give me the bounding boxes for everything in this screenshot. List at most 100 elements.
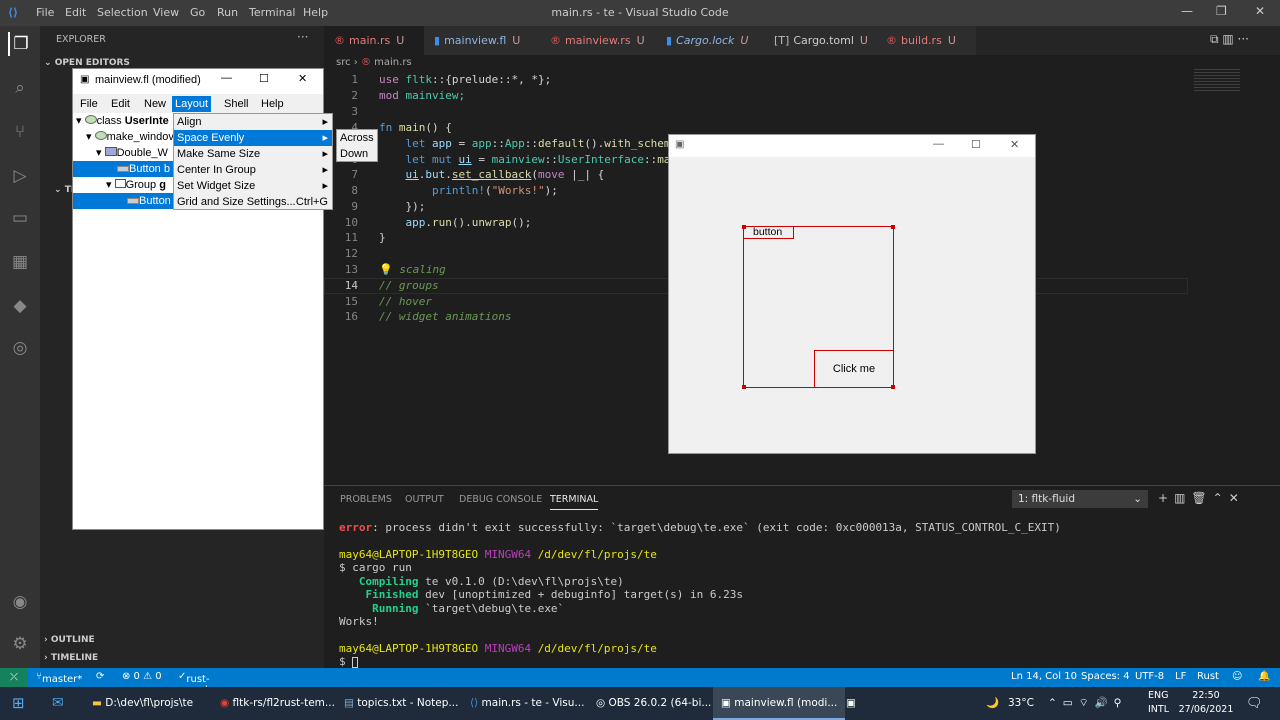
breadcrumb-folder[interactable]: src: [336, 57, 351, 68]
docker-icon[interactable]: ◆: [8, 294, 32, 318]
account-icon[interactable]: ◉: [8, 590, 32, 614]
taskbar-obs[interactable]: ◎ OBS 26.0.2 (64-bi...: [596, 687, 711, 720]
tab-status: U: [396, 34, 405, 47]
tab-problems[interactable]: PROBLEMS: [340, 494, 392, 505]
source-control-icon[interactable]: ⑂: [8, 120, 32, 144]
terminal-line: error: process didn't exit successfully:…: [339, 521, 1061, 534]
tree-item-window[interactable]: ▾ Double_W: [96, 145, 168, 161]
tab-terminal[interactable]: TERMINAL: [550, 494, 599, 510]
tree-item-function[interactable]: ▾ make_windov: [86, 129, 174, 145]
taskbar-notepad[interactable]: ▤ topics.txt - Notep...: [344, 687, 458, 720]
menu-item-align[interactable]: Align ▸: [174, 114, 332, 130]
breadcrumb-file[interactable]: main.rs: [374, 57, 412, 68]
fluid-menu-help[interactable]: Help: [258, 96, 287, 112]
tab-cargo-lock[interactable]: ▮ Cargo.lock U: [656, 26, 764, 55]
resize-handle[interactable]: [891, 385, 895, 389]
fluid-menu-shell[interactable]: Shell: [221, 96, 251, 112]
tab-mainview-fl[interactable]: ▮ mainview.fl U: [424, 26, 540, 55]
rust-analyzer-status[interactable]: ✓ rust-analyzer: [178, 671, 229, 696]
tab-mainview-rs[interactable]: ® mainview.rs U: [540, 26, 656, 55]
clock[interactable]: 22:50 27/06/2021: [1176, 687, 1236, 720]
resize-handle[interactable]: [742, 385, 746, 389]
maximize-icon[interactable]: ☐: [259, 72, 269, 85]
resize-handle[interactable]: [742, 225, 746, 229]
menu-item-make-same-size[interactable]: Make Same Size ▸: [174, 146, 332, 162]
tab-output[interactable]: OUTPUT: [405, 494, 444, 505]
taskbar-explorer[interactable]: ▬ D:\dev\fl\projs\te: [92, 687, 193, 720]
menu-item-down[interactable]: Down: [337, 146, 377, 162]
weather-icon[interactable]: 🌙: [986, 687, 999, 720]
indentation[interactable]: Spaces: 4: [1081, 671, 1130, 682]
branch-indicator[interactable]: ⑂ master*: [36, 671, 82, 685]
fluid-menu-edit[interactable]: Edit: [108, 96, 133, 112]
tab-label: main.rs: [349, 34, 391, 47]
code-line: use fltk::{prelude::*, *};: [379, 73, 552, 86]
search-icon[interactable]: ⌕: [8, 76, 32, 100]
terminal-select[interactable]: 1: fltk-fluid ⌄: [1012, 490, 1148, 508]
minimize-icon[interactable]: —: [221, 72, 232, 84]
tab-main-rs[interactable]: ® main.rs U: [324, 26, 424, 55]
mail-icon[interactable]: ✉: [52, 687, 64, 720]
fluid-menu-file[interactable]: File: [77, 96, 101, 112]
fluid-menu-layout[interactable]: Layout: [172, 96, 212, 112]
click-me-button[interactable]: Click me: [814, 350, 894, 388]
minimize-icon[interactable]: —: [933, 138, 944, 150]
terminal-prompt[interactable]: $: [339, 655, 359, 668]
start-windows-icon[interactable]: ⊞: [12, 687, 25, 720]
remote-explorer-icon[interactable]: ▭: [8, 206, 32, 230]
tab-debug-console[interactable]: DEBUG CONSOLE: [459, 494, 542, 505]
tree-item-group[interactable]: ▾ Group g: [106, 177, 166, 193]
tab-status: U: [512, 34, 521, 47]
maximize-icon[interactable]: ☐: [971, 138, 981, 151]
taskbar-fluid[interactable]: ▣ mainview.fl (modi...: [713, 687, 846, 720]
maximize-icon[interactable]: ❐: [1216, 4, 1227, 18]
encoding[interactable]: UTF-8: [1135, 671, 1164, 682]
feedback-icon[interactable]: ☺: [1232, 671, 1242, 682]
menu-item-center-in-group[interactable]: Center In Group ▸: [174, 162, 332, 178]
tab-cargo-toml[interactable]: [T] Cargo.toml U: [764, 26, 876, 55]
outline-section[interactable]: › OUTLINE: [44, 635, 95, 645]
run-debug-icon[interactable]: ▷: [8, 164, 32, 188]
resize-handle[interactable]: [891, 225, 895, 229]
taskbar-chrome[interactable]: ◉ fltk-rs/fl2rust-tem...: [220, 687, 335, 720]
tray-icons[interactable]: ⌃▭⌔🔊⚲: [1048, 687, 1127, 720]
line-number: 12: [344, 247, 358, 260]
tree-item-class[interactable]: ▾ class UserInte: [76, 113, 169, 129]
panel-actions[interactable]: +▥🗑⌃✕: [1158, 491, 1245, 505]
button-widget[interactable]: button: [743, 226, 794, 239]
fluid-menu-new[interactable]: New: [141, 96, 169, 112]
split-editor-icon[interactable]: ⧉ ▥ ···: [1210, 32, 1249, 47]
taskbar-vscode[interactable]: ⟨⟩ main.rs - te - Visu...: [470, 687, 584, 720]
input-language[interactable]: ENG INTL: [1148, 687, 1169, 720]
notifications-icon[interactable]: 🔔: [1258, 671, 1270, 682]
lightbulb-icon[interactable]: 💡: [379, 263, 393, 276]
git-graph-icon[interactable]: ◎: [8, 336, 32, 360]
sync-icon[interactable]: ⟳: [96, 671, 104, 682]
timeline-section[interactable]: › TIMELINE: [44, 653, 98, 663]
notification-center-icon[interactable]: 🗨: [1246, 687, 1263, 720]
close-icon[interactable]: ✕: [298, 72, 307, 85]
taskbar-app[interactable]: ▣: [846, 687, 856, 720]
temperature[interactable]: 33°C: [1008, 687, 1034, 720]
minimap[interactable]: [1194, 69, 1240, 93]
tab-build-rs[interactable]: ® build.rs U: [876, 26, 976, 55]
extensions-icon[interactable]: ▦: [8, 250, 32, 274]
language-mode[interactable]: Rust: [1197, 671, 1219, 682]
menu-item-set-widget-size[interactable]: Set Widget Size ▸: [174, 178, 332, 194]
line-ending[interactable]: LF: [1175, 671, 1186, 682]
settings-gear-icon[interactable]: ⚙: [8, 632, 32, 656]
cursor-position[interactable]: Ln 14, Col 10: [1011, 671, 1077, 682]
menu-item-grid-settings[interactable]: Grid and Size Settings... Ctrl+G: [174, 194, 332, 210]
close-icon[interactable]: ✕: [1010, 138, 1019, 151]
open-editors-section[interactable]: ⌄ OPEN EDITORS: [44, 58, 130, 68]
minimize-icon[interactable]: —: [1181, 4, 1193, 18]
more-actions-icon[interactable]: ···: [297, 30, 308, 44]
close-icon[interactable]: ✕: [1255, 4, 1265, 18]
problems-indicator[interactable]: ⊗ 0 ⚠ 0: [122, 671, 162, 682]
remote-icon[interactable]: ⤫: [0, 668, 28, 687]
explorer-icon[interactable]: ❐: [8, 32, 32, 56]
notepad-icon: ▤: [344, 697, 354, 709]
menu-item-across[interactable]: Across: [337, 130, 377, 146]
terminal-line: Works!: [339, 615, 379, 628]
menu-item-space-evenly[interactable]: Space Evenly ▸: [174, 130, 332, 146]
